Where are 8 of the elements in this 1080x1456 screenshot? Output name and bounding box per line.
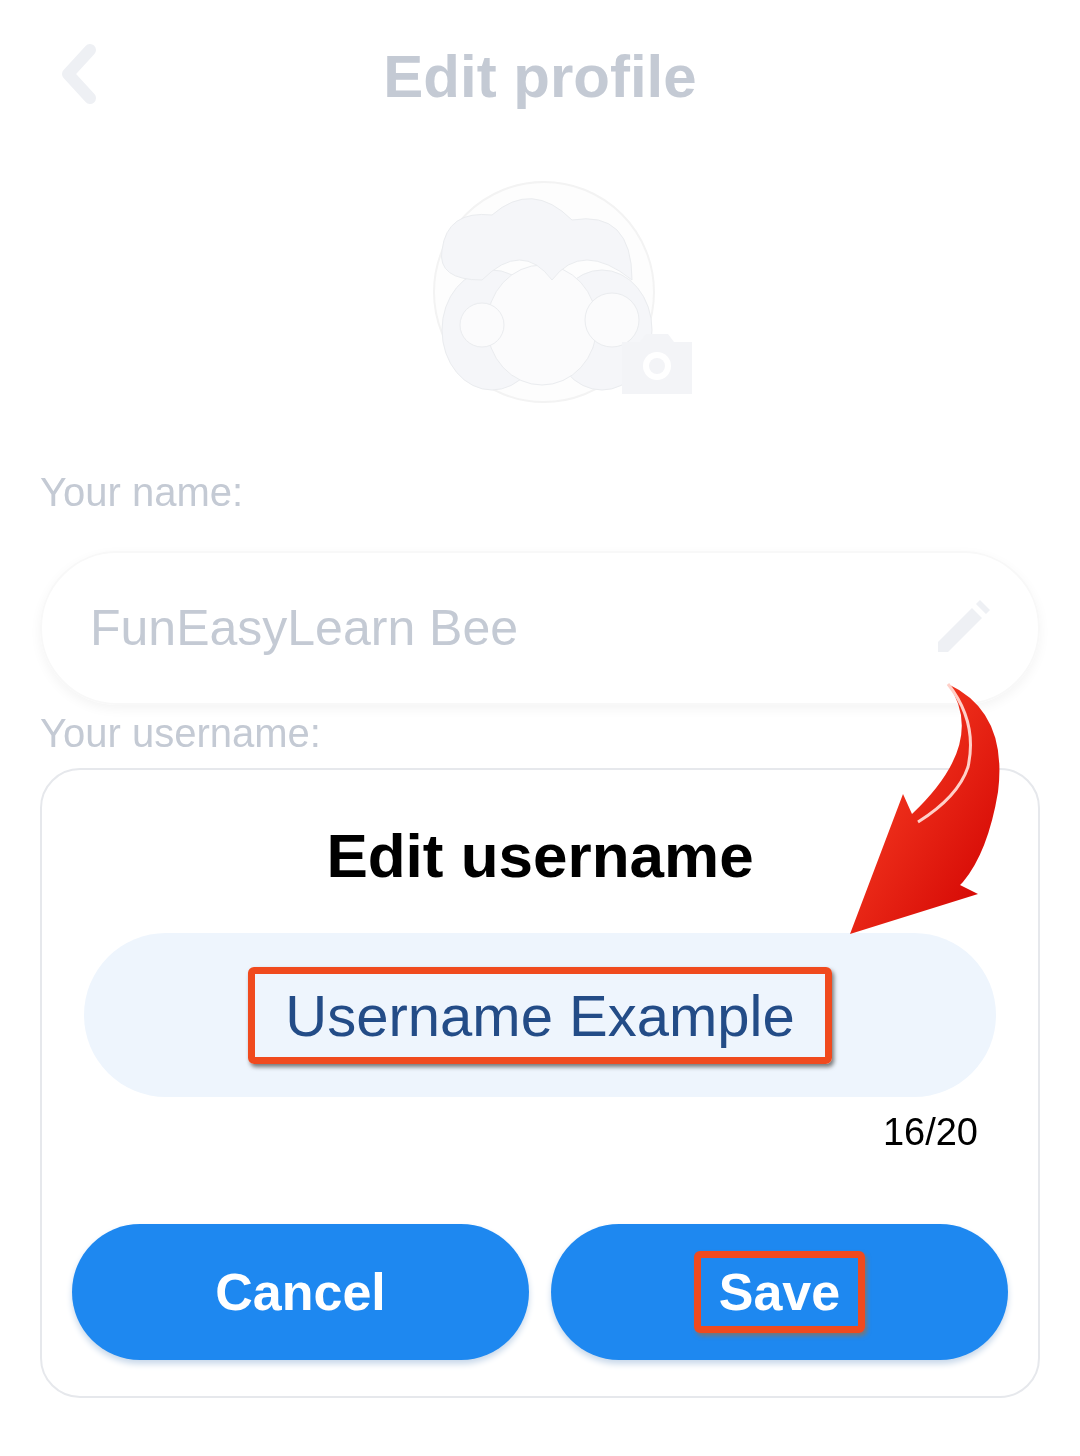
dialog-title: Edit username: [326, 820, 754, 891]
username-label: Your username:: [40, 711, 321, 756]
save-button[interactable]: Save: [551, 1224, 1008, 1360]
character-counter: 16/20: [882, 1111, 978, 1154]
cancel-button[interactable]: Cancel: [72, 1224, 529, 1360]
name-label: Your name:: [40, 470, 244, 515]
page-title: Edit profile: [383, 41, 697, 111]
username-field[interactable]: Username Example: [84, 933, 996, 1097]
